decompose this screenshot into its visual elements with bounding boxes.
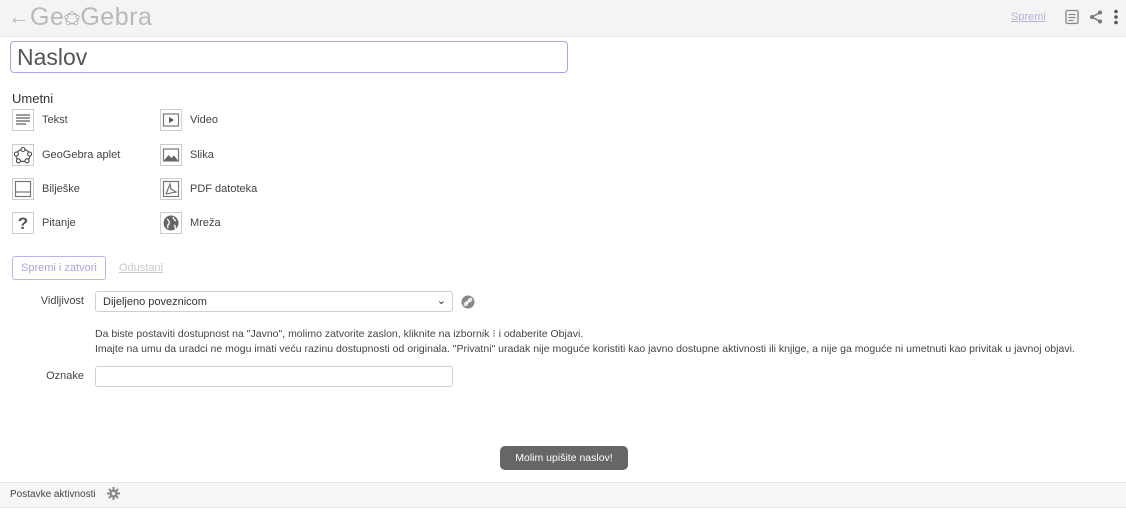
insert-web[interactable]: Mreža [160,211,221,235]
insert-section-label: Umetni [12,91,54,106]
insert-question[interactable]: ? Pitanje [12,211,76,235]
visibility-info-line-1: Da biste postaviti dostupnost na "Javno"… [95,328,584,340]
insert-notes[interactable]: Bilješke [12,177,80,201]
top-bar: ← Ge Gebra Spremi [0,0,1126,37]
slides-icon[interactable] [1063,8,1081,26]
save-and-close-button[interactable]: Spremi i zatvori [12,256,106,280]
insert-pdf[interactable]: PDF datoteka [160,177,257,201]
toast-message: Molim upišite naslov! [500,446,628,470]
insert-geogebra-applet[interactable]: GeoGebra aplet [12,143,120,167]
insert-geogebra-applet-label: GeoGebra aplet [42,149,121,161]
arrow-left-icon[interactable]: ← [8,6,30,28]
insert-notes-label: Bilješke [42,183,80,195]
gear-icon[interactable] [107,487,120,500]
pdf-icon [160,178,182,200]
image-icon [160,144,182,166]
title-input[interactable] [10,41,568,73]
text-icon [12,109,34,131]
insert-video-label: Video [190,114,218,126]
link-icon[interactable] [461,295,475,309]
save-link[interactable]: Spremi [1011,11,1046,23]
activity-settings-label: Postavke aktivnosti [10,489,96,500]
share-icon[interactable] [1087,8,1105,26]
insert-text[interactable]: Tekst [12,108,68,132]
visibility-label: Vidljivost [40,295,84,307]
insert-web-label: Mreža [190,217,221,229]
insert-text-label: Tekst [42,114,68,126]
cancel-link[interactable]: Odustani [119,262,163,274]
question-icon: ? [12,212,34,234]
svg-text:?: ? [18,214,28,233]
tags-label: Oznake [46,370,84,382]
visibility-info-line-2: Imajte na umu da uradci ne mogu imati ve… [95,343,1075,355]
chevron-down-icon: ⌄ [436,295,446,307]
visibility-selected-value: Dijeljeno poveznicom [103,296,207,308]
activity-settings-bar[interactable]: Postavke aktivnosti [0,482,1126,508]
insert-video[interactable]: Video [160,108,218,132]
geogebra-logo: Ge Gebra [30,3,153,31]
tags-input[interactable] [95,366,453,387]
web-icon [160,212,182,234]
insert-image-label: Slika [190,149,214,161]
insert-question-label: Pitanje [42,217,76,229]
video-icon [160,109,182,131]
insert-pdf-label: PDF datoteka [190,183,258,195]
notes-icon [12,178,34,200]
geogebra-applet-icon [12,144,34,166]
visibility-select[interactable]: Dijeljeno poveznicom ⌄ [95,291,453,312]
more-vertical-icon[interactable] [1107,8,1125,26]
insert-image[interactable]: Slika [160,143,214,167]
